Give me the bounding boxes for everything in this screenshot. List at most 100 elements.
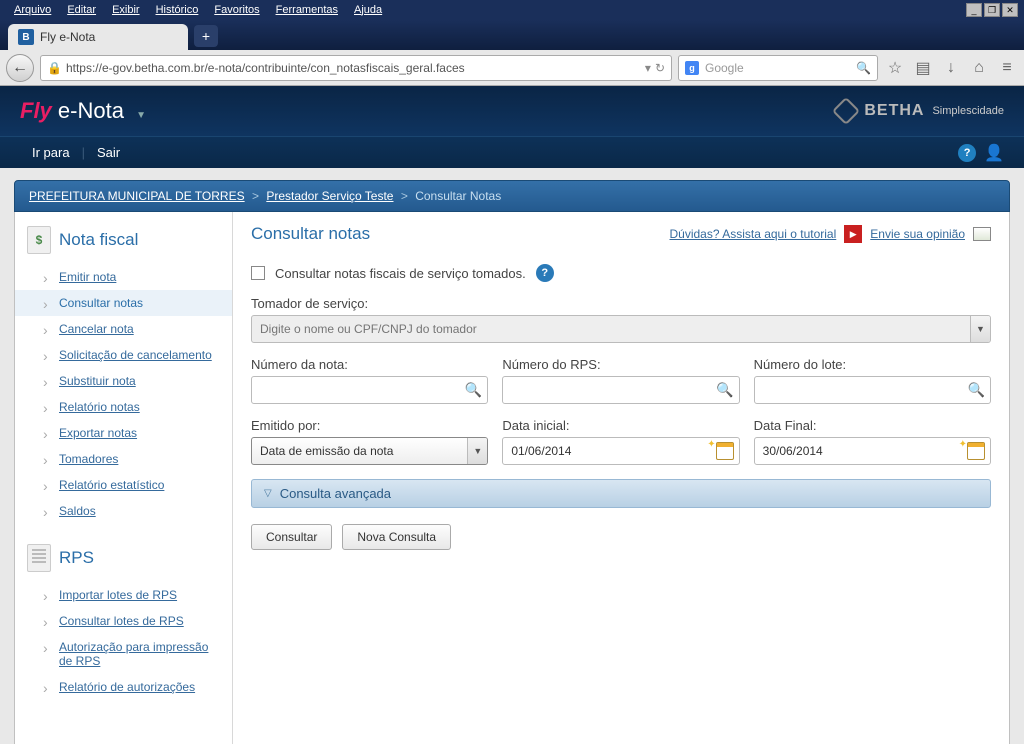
- restore-button[interactable]: ❐: [984, 3, 1000, 17]
- content-header: Consultar notas Dúvidas? Assista aqui o …: [251, 224, 991, 244]
- logo-enota: e-Nota: [52, 98, 124, 123]
- logo-fly: Fly: [20, 98, 52, 123]
- form-area: Consultar notas fiscais de serviço tomad…: [251, 258, 991, 550]
- sidebar: $ Nota fiscal Emitir nota Consultar nota…: [15, 212, 233, 744]
- browser-menubar: Arquivo Editar Exibir Histórico Favorito…: [0, 0, 1024, 20]
- data-inicial-label: Data inicial:: [502, 418, 739, 433]
- back-button[interactable]: ←: [6, 54, 34, 82]
- play-icon[interactable]: ▶: [844, 225, 862, 243]
- sidebar-item-solicitacao-cancelamento[interactable]: Solicitação de cancelamento: [15, 342, 232, 368]
- advanced-search-toggle[interactable]: ▽ Consulta avançada: [251, 479, 991, 508]
- url-bar[interactable]: 🔒 https://e-gov.betha.com.br/e-nota/cont…: [40, 55, 672, 81]
- nota-fiscal-icon: $: [27, 226, 51, 254]
- opinion-link[interactable]: Envie sua opinião: [870, 227, 965, 241]
- emitido-por-label: Emitido por:: [251, 418, 488, 433]
- library-icon[interactable]: ▤: [912, 57, 934, 79]
- sidebar-item-exportar-notas[interactable]: Exportar notas: [15, 420, 232, 446]
- mail-icon[interactable]: [973, 227, 991, 241]
- numero-rps-input[interactable]: [502, 376, 739, 404]
- close-window-button[interactable]: ✕: [1002, 3, 1018, 17]
- reload-icon[interactable]: ↻: [655, 61, 665, 75]
- emitido-por-select[interactable]: Data de emissão da nota: [251, 437, 488, 465]
- data-inicial-input[interactable]: [502, 437, 739, 465]
- menu-ferramentas[interactable]: Ferramentas: [268, 4, 346, 16]
- rps-icon: [27, 544, 51, 572]
- help-icon[interactable]: ?: [958, 144, 976, 162]
- sidebar-item-emitir-nota[interactable]: Emitir nota: [15, 264, 232, 290]
- breadcrumb-prefeitura[interactable]: PREFEITURA MUNICIPAL DE TORRES: [29, 189, 245, 203]
- tab-title: Fly e-Nota: [40, 30, 95, 44]
- checkbox-row: Consultar notas fiscais de serviço tomad…: [251, 258, 991, 296]
- numero-rps-label: Número do RPS:: [502, 357, 739, 372]
- calendar-icon-inicial[interactable]: [716, 442, 734, 460]
- browser-tabbar: B Fly e-Nota +: [0, 20, 1024, 50]
- consultar-tomados-checkbox[interactable]: [251, 266, 265, 280]
- tomador-input[interactable]: [251, 315, 991, 343]
- user-profile-icon[interactable]: 👤: [984, 143, 1004, 163]
- star-icon-inicial: ✦: [707, 439, 715, 450]
- star-icon-final: ✦: [959, 439, 967, 450]
- section-title-rps: RPS: [59, 548, 94, 568]
- url-dropdown-icon[interactable]: ▾: [645, 61, 651, 75]
- sidebar-item-relatorio-notas[interactable]: Relatório notas: [15, 394, 232, 420]
- hamburger-menu-icon[interactable]: ≡: [996, 57, 1018, 79]
- search-placeholder: Google: [705, 61, 744, 75]
- tomador-dropdown-icon[interactable]: ▼: [970, 316, 990, 342]
- downloads-icon[interactable]: ↓: [940, 57, 962, 79]
- lock-icon: 🔒: [47, 61, 62, 75]
- sidebar-item-importar-lotes[interactable]: Importar lotes de RPS: [15, 582, 232, 608]
- search-icon[interactable]: 🔍: [856, 61, 871, 75]
- tutorial-link[interactable]: Dúvidas? Assista aqui o tutorial: [670, 227, 837, 241]
- menu-editar[interactable]: Editar: [59, 4, 104, 16]
- sidebar-item-substituir-nota[interactable]: Substituir nota: [15, 368, 232, 394]
- app-container: Fly e-Nota ▼ BETHA Simplescidade Ir para…: [0, 86, 1024, 744]
- browser-toolbar: ← 🔒 https://e-gov.betha.com.br/e-nota/co…: [0, 50, 1024, 86]
- sidebar-item-cancelar-nota[interactable]: Cancelar nota: [15, 316, 232, 342]
- numero-lote-input[interactable]: [754, 376, 991, 404]
- sidebar-item-consultar-notas[interactable]: Consultar notas: [15, 290, 232, 316]
- search-box[interactable]: g Google 🔍: [678, 55, 878, 81]
- app-logo[interactable]: Fly e-Nota ▼: [20, 98, 146, 124]
- sidebar-item-relatorio-estatistico[interactable]: Relatório estatístico: [15, 472, 232, 498]
- sidebar-item-autorizacao-impressao[interactable]: Autorização para impressão de RPS: [15, 634, 232, 674]
- breadcrumb-current: Consultar Notas: [415, 189, 501, 203]
- browser-tab[interactable]: B Fly e-Nota: [8, 24, 188, 50]
- emitido-dropdown-icon[interactable]: ▼: [467, 438, 487, 464]
- nav-sair[interactable]: Sair: [85, 145, 132, 160]
- data-final-input[interactable]: [754, 437, 991, 465]
- bookmark-star-icon[interactable]: ☆: [884, 57, 906, 79]
- search-icon-nota[interactable]: 🔍: [465, 382, 482, 399]
- sidebar-item-saldos[interactable]: Saldos: [15, 498, 232, 524]
- main-panel: $ Nota fiscal Emitir nota Consultar nota…: [14, 212, 1010, 744]
- tab-favicon: B: [18, 29, 34, 45]
- menu-exibir[interactable]: Exibir: [104, 4, 148, 16]
- menu-arquivo[interactable]: Arquivo: [6, 4, 59, 16]
- consultar-button[interactable]: Consultar: [251, 524, 332, 550]
- info-icon[interactable]: ?: [536, 264, 554, 282]
- calendar-icon-final[interactable]: [967, 442, 985, 460]
- sidebar-item-tomadores[interactable]: Tomadores: [15, 446, 232, 472]
- nova-consulta-button[interactable]: Nova Consulta: [342, 524, 451, 550]
- logo-dropdown-icon[interactable]: ▼: [136, 110, 146, 121]
- nav-ir-para[interactable]: Ir para: [20, 145, 82, 160]
- minimize-button[interactable]: _: [966, 3, 982, 17]
- menu-ajuda[interactable]: Ajuda: [346, 4, 390, 16]
- numero-lote-label: Número do lote:: [754, 357, 991, 372]
- numero-nota-input[interactable]: [251, 376, 488, 404]
- google-icon: g: [685, 61, 699, 75]
- sidebar-item-relatorio-autorizacoes[interactable]: Relatório de autorizações: [15, 674, 232, 700]
- app-header: Fly e-Nota ▼ BETHA Simplescidade: [0, 86, 1024, 136]
- content-wrap: PREFEITURA MUNICIPAL DE TORRES > Prestad…: [0, 168, 1024, 744]
- menu-favoritos[interactable]: Favoritos: [206, 4, 267, 16]
- breadcrumb-prestador[interactable]: Prestador Serviço Teste: [266, 189, 393, 203]
- section-title-nota-fiscal: Nota fiscal: [59, 230, 138, 250]
- search-icon-rps[interactable]: 🔍: [716, 382, 733, 399]
- betha-brand: BETHA Simplescidade: [836, 101, 1004, 121]
- new-tab-button[interactable]: +: [194, 25, 218, 47]
- home-icon[interactable]: ⌂: [968, 57, 990, 79]
- search-icon-lote[interactable]: 🔍: [968, 382, 985, 399]
- betha-tagline: Simplescidade: [932, 105, 1004, 117]
- menu-historico[interactable]: Histórico: [148, 4, 207, 16]
- checkbox-label: Consultar notas fiscais de serviço tomad…: [275, 266, 526, 281]
- sidebar-item-consultar-lotes[interactable]: Consultar lotes de RPS: [15, 608, 232, 634]
